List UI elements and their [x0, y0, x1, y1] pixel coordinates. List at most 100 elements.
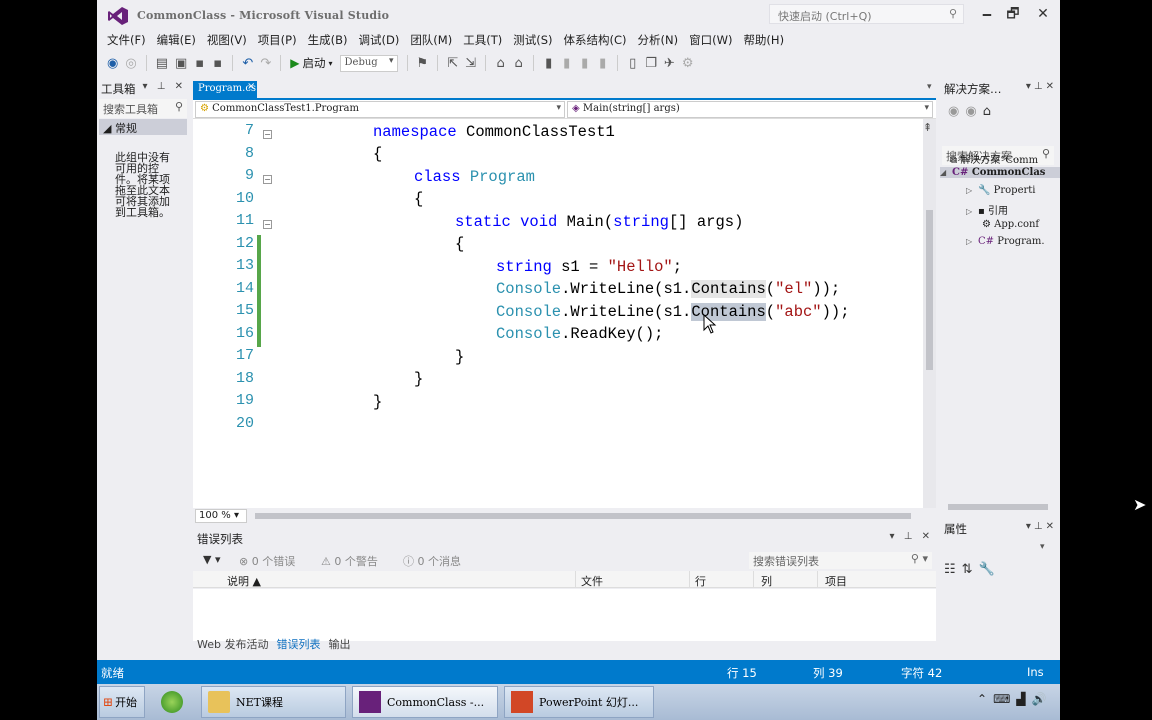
menu-item[interactable]: 文件(F): [105, 30, 155, 50]
menu-item[interactable]: 帮助(H): [741, 30, 793, 50]
save-all-icon[interactable]: ▪: [212, 56, 223, 71]
solution-config-select[interactable]: Debug ▾: [339, 54, 398, 72]
solution-horizontal-scrollbar[interactable]: [948, 504, 1048, 510]
tab-close-icon[interactable]: ×: [247, 81, 255, 92]
fold-toggle-icon[interactable]: −: [263, 130, 272, 139]
collapse-icon[interactable]: ▷: [966, 186, 978, 195]
new-project-icon[interactable]: ▤: [156, 56, 168, 71]
menu-item[interactable]: 测试(S): [511, 30, 561, 50]
error-list-search-input[interactable]: 搜索错误列表 ⚲ ▾: [749, 552, 932, 569]
step-into-icon[interactable]: ⇲: [465, 56, 476, 71]
column-separator[interactable]: [753, 571, 754, 588]
fold-toggle-icon[interactable]: −: [263, 175, 272, 184]
column-separator[interactable]: [689, 571, 690, 588]
tree-program-cs[interactable]: ▷ C# Program.: [966, 236, 1045, 247]
toolbox-search-input[interactable]: 搜索工具箱 ⚲: [99, 99, 187, 118]
column-column[interactable]: 列: [761, 573, 772, 589]
menu-item[interactable]: 团队(M): [408, 30, 461, 50]
panel-pin-close-icon[interactable]: ▾ ⊥ ✕: [890, 531, 933, 542]
expand-icon[interactable]: ◢: [940, 167, 952, 177]
network-icon[interactable]: ▟: [1016, 692, 1031, 706]
volume-icon[interactable]: 🔊: [1032, 692, 1053, 706]
tab-error-list[interactable]: 错误列表: [276, 636, 320, 654]
column-project[interactable]: 项目: [825, 573, 847, 589]
menu-item[interactable]: 项目(P): [256, 30, 306, 50]
collapse-icon[interactable]: ▷: [966, 207, 978, 216]
undo-icon[interactable]: ↶: [242, 56, 253, 71]
prev-bookmark-icon[interactable]: ▮: [561, 56, 572, 71]
property-pages-icon[interactable]: 🔧: [979, 562, 1001, 577]
errors-toggle[interactable]: ⊗ 0 个错误: [239, 553, 295, 569]
taskbar-item-visual-studio[interactable]: CommonClass -...: [352, 686, 498, 718]
taskbar-item-powerpoint[interactable]: PowerPoint 幻灯...: [504, 686, 654, 718]
uncomment-icon[interactable]: ⌂: [513, 56, 524, 71]
column-separator[interactable]: [575, 571, 576, 588]
find-icon[interactable]: ⚑: [417, 56, 429, 71]
ie-taskbar-icon[interactable]: [155, 686, 193, 718]
warnings-toggle[interactable]: ⚠ 0 个警告: [321, 553, 378, 569]
tree-solution[interactable]: ⧉ 解决方案“Comm: [950, 151, 1038, 166]
split-icon[interactable]: ⇞: [923, 121, 932, 134]
bookmark-icon[interactable]: ▮: [543, 56, 554, 71]
redo-icon[interactable]: ↷: [260, 56, 271, 71]
maximize-button[interactable]: 🗗: [998, 2, 1028, 26]
taskbar-item-net-course[interactable]: NET课程: [201, 686, 346, 718]
messages-toggle[interactable]: ⓘ 0 个消息: [403, 553, 461, 569]
column-file[interactable]: 文件: [581, 573, 603, 589]
menu-item[interactable]: 体系结构(C): [562, 30, 636, 50]
panel-pin-close-icon[interactable]: ▾⊥✕: [1026, 81, 1057, 92]
extension-icon[interactable]: ⚙: [682, 56, 694, 71]
clear-bookmark-icon[interactable]: ▮: [597, 56, 608, 71]
panel-pin-close-icon[interactable]: ▾ ⊥ ✕: [143, 81, 186, 92]
comment-icon[interactable]: ⌂: [495, 56, 506, 71]
tray-expand-icon[interactable]: ⌃: [977, 692, 993, 706]
document-icon[interactable]: ▯: [627, 56, 638, 71]
forward-icon[interactable]: ◎: [125, 56, 136, 71]
quick-launch-input[interactable]: 快速启动 (Ctrl+Q) ⚲: [769, 4, 964, 24]
member-select[interactable]: ◈ Main(string[] args) ▾: [567, 101, 933, 118]
menu-item[interactable]: 视图(V): [205, 30, 256, 50]
tree-app-config[interactable]: ⚙ App.conf: [982, 219, 1039, 230]
filter-icon[interactable]: ▼ ▾: [203, 553, 220, 566]
save-icon[interactable]: ▪: [194, 56, 205, 71]
keyboard-icon[interactable]: ⌨: [993, 692, 1016, 706]
collapse-icon[interactable]: ▷: [966, 237, 978, 246]
menu-item[interactable]: 生成(B): [306, 30, 357, 50]
start-button[interactable]: ⊞ 开始: [99, 686, 145, 718]
forward-icon[interactable]: ◉: [965, 104, 982, 119]
back-icon[interactable]: ◉: [948, 104, 965, 119]
tab-list-chevron-icon[interactable]: ▾: [927, 82, 932, 92]
step-icon[interactable]: ⇱: [447, 56, 458, 71]
editor-horizontal-scrollbar[interactable]: [255, 513, 911, 519]
home-icon[interactable]: ⌂: [983, 104, 997, 119]
open-file-icon[interactable]: ▣: [175, 56, 187, 71]
tree-project[interactable]: ◢ C# CommonClas: [940, 167, 1060, 178]
menu-item[interactable]: 窗口(W): [687, 30, 741, 50]
alphabetical-icon[interactable]: ⇅: [962, 562, 979, 577]
column-line[interactable]: 行: [695, 573, 706, 589]
start-debug-button[interactable]: ▶ 启动 ▾: [290, 55, 332, 71]
tree-references[interactable]: ▷ ▪ 引用: [966, 202, 1008, 217]
panel-pin-close-icon[interactable]: ▾⊥✕: [1026, 521, 1057, 532]
fold-toggle-icon[interactable]: −: [263, 220, 272, 229]
tree-properties[interactable]: ▷ 🔧 Properti: [966, 185, 1036, 196]
menu-item[interactable]: 调试(D): [356, 30, 408, 50]
column-separator[interactable]: [817, 571, 818, 588]
editor-scroll-thumb[interactable]: [926, 210, 933, 370]
window-icon[interactable]: ❐: [645, 56, 657, 71]
tools-icon[interactable]: ✈: [664, 56, 675, 71]
menu-item[interactable]: 分析(N): [636, 30, 688, 50]
column-description[interactable]: 说明 ▲: [227, 573, 261, 589]
tab-web-publish[interactable]: Web 发布活动: [197, 636, 268, 654]
next-bookmark-icon[interactable]: ▮: [579, 56, 590, 71]
code-editor[interactable]: 7 8 9 10 11 12 13 14 15 16 17 18 19 20 − − − namespace C…: [193, 119, 936, 508]
chevron-down-icon[interactable]: ▾: [1040, 542, 1045, 552]
close-button[interactable]: ✕: [1028, 2, 1058, 26]
menu-item[interactable]: 工具(T): [461, 30, 511, 50]
zoom-select[interactable]: 100 % ▾: [195, 509, 247, 523]
tab-output[interactable]: 输出: [328, 636, 350, 654]
menu-item[interactable]: 编辑(E): [155, 30, 205, 50]
back-icon[interactable]: ◉: [107, 56, 118, 71]
type-select[interactable]: ⚙ CommonClassTest1.Program ▾: [195, 101, 565, 118]
toolbox-category-general[interactable]: ◢ 常规: [99, 119, 187, 135]
